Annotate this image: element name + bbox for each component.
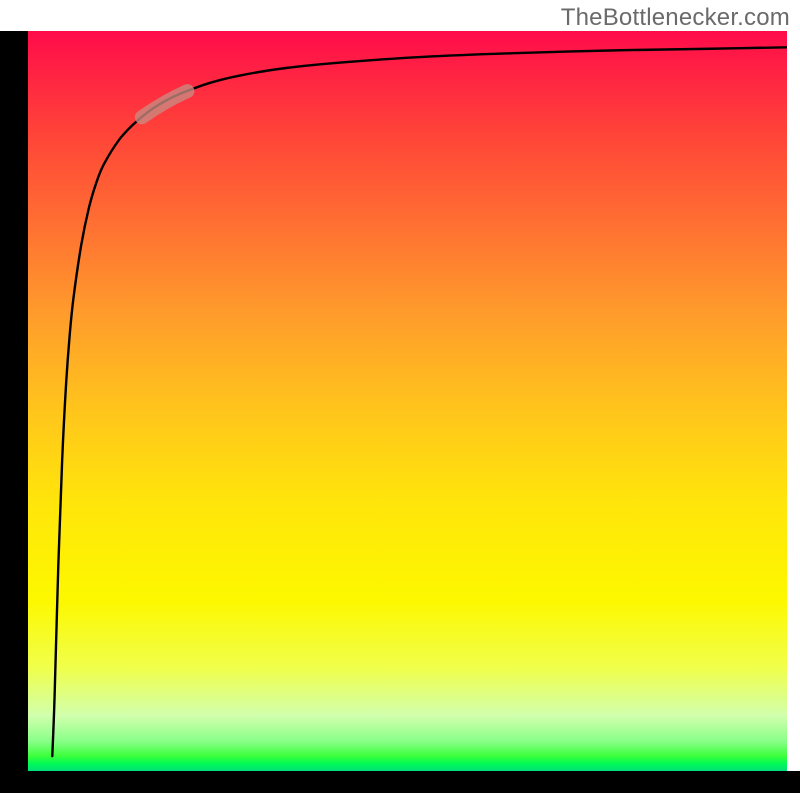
y-axis-bar [0, 31, 28, 778]
plot-background-gradient [28, 31, 787, 771]
chart-frame: TheBottlenecker.com [0, 0, 800, 800]
attribution-label: TheBottlenecker.com [561, 4, 790, 32]
x-axis-bar [0, 771, 800, 793]
